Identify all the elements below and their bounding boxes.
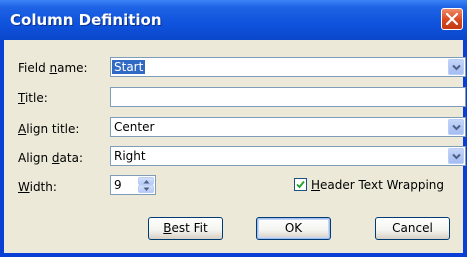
dialog-title: Column Definition	[10, 11, 162, 29]
width-value: 9	[114, 178, 122, 192]
header-wrap-label[interactable]: Header Text Wrapping	[311, 178, 444, 192]
field-name-value: Start	[112, 60, 146, 74]
dialog-window: Column Definition Field name: Start Titl…	[0, 0, 467, 257]
dialog-body: Field name: Start Title: Align title: Ce…	[4, 40, 466, 253]
width-label: Width:	[18, 180, 57, 194]
align-title-dropdown-button[interactable]	[448, 119, 464, 135]
title-bar[interactable]: Column Definition	[0, 0, 467, 40]
chevron-up-icon	[143, 180, 150, 184]
chevron-down-icon	[143, 187, 150, 191]
header-wrap-checkbox[interactable]	[294, 178, 307, 191]
ok-button[interactable]: OK	[256, 217, 331, 240]
align-data-label: Align data:	[18, 151, 84, 165]
close-button[interactable]	[441, 8, 463, 30]
align-data-dropdown-button[interactable]	[448, 148, 464, 164]
width-spin-buttons	[138, 177, 154, 193]
title-input[interactable]	[110, 87, 466, 107]
align-title-label: Align title:	[18, 122, 80, 136]
field-name-dropdown-button[interactable]	[448, 59, 464, 75]
width-spin-down[interactable]	[138, 185, 154, 193]
align-title-value: Center	[114, 120, 155, 134]
chevron-down-icon	[452, 153, 461, 160]
width-spin-up[interactable]	[138, 177, 154, 185]
best-fit-button[interactable]: Best Fit	[148, 217, 223, 240]
align-title-dropdown[interactable]: Center	[110, 117, 466, 137]
close-icon	[446, 13, 458, 25]
chevron-down-icon	[452, 124, 461, 131]
align-data-dropdown[interactable]: Right	[110, 146, 466, 166]
check-icon	[296, 180, 305, 189]
field-name-label: Field name:	[18, 61, 88, 75]
cancel-button[interactable]: Cancel	[375, 217, 450, 240]
width-spinner[interactable]: 9	[110, 175, 156, 195]
align-data-value: Right	[114, 149, 146, 163]
field-name-dropdown[interactable]: Start	[110, 57, 466, 77]
chevron-down-icon	[452, 64, 461, 71]
title-label: Title:	[18, 91, 48, 105]
